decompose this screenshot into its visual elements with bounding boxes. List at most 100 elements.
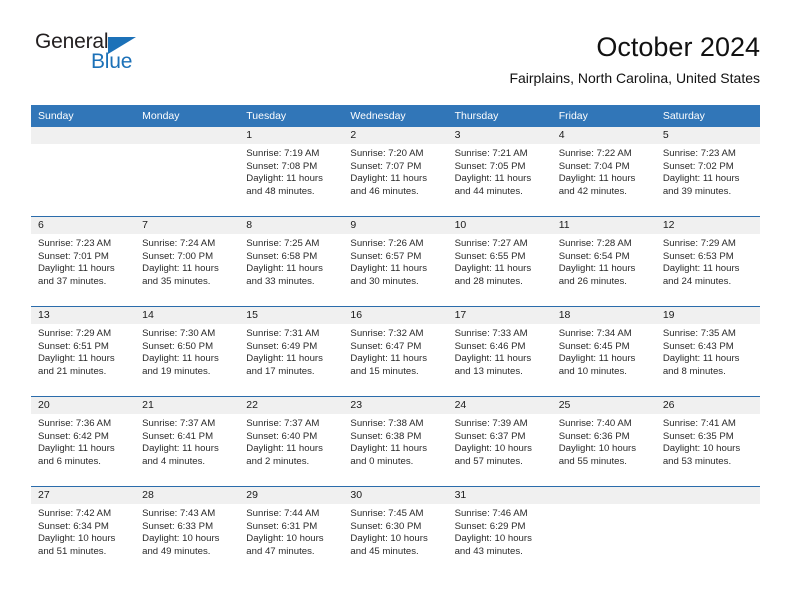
calendar-week-row: 6 Sunrise: 7:23 AM Sunset: 7:01 PM Daylight… xyxy=(31,216,760,307)
detail-sunset: Sunset: 6:57 PM xyxy=(350,250,422,262)
page-title: October 2024 xyxy=(596,32,760,62)
detail-sunset: Sunset: 6:53 PM xyxy=(662,250,734,262)
day-number: 17 xyxy=(447,307,552,324)
calendar-cell-day[interactable]: 24 Sunrise: 7:39 AM Sunset: 6:37 PM Dayligh… xyxy=(447,396,552,487)
day-number xyxy=(31,127,136,144)
calendar-cell-day[interactable]: 8 Sunrise: 7:25 AM Sunset: 6:58 PM Daylight… xyxy=(239,216,344,307)
calendar-cell-day[interactable]: 7 Sunrise: 7:24 AM Sunset: 7:00 PM Daylight… xyxy=(135,216,240,307)
day-details: Sunrise: 7:37 AM Sunset: 6:41 PM Daylight:… xyxy=(135,414,239,468)
calendar-cell-day[interactable]: 28 Sunrise: 7:43 AM Sunset: 6:33 PM Dayligh… xyxy=(135,486,240,576)
calendar-cell-day[interactable]: 29 Sunrise: 7:44 AM Sunset: 6:31 PM Dayligh… xyxy=(239,486,344,576)
calendar-cell-day[interactable]: 21 Sunrise: 7:37 AM Sunset: 6:41 PM Dayligh… xyxy=(135,396,240,487)
day-number: 2 xyxy=(343,127,448,144)
calendar-cell-day[interactable]: 10 Sunrise: 7:27 AM Sunset: 6:55 PM Dayligh… xyxy=(447,216,552,307)
calendar-cell-day[interactable]: 6 Sunrise: 7:23 AM Sunset: 7:01 PM Daylight… xyxy=(31,216,136,307)
calendar-cell-day[interactable]: 15 Sunrise: 7:31 AM Sunset: 6:49 PM Dayligh… xyxy=(239,306,344,397)
detail-daylight-1: Daylight: 11 hours xyxy=(454,353,532,365)
detail-sunrise: Sunrise: 7:29 AM xyxy=(662,238,736,249)
detail-daylight-2: and 21 minutes. xyxy=(38,365,107,377)
detail-sunrise: Sunrise: 7:43 AM xyxy=(142,508,216,519)
day-cell: 8 Sunrise: 7:25 AM Sunset: 6:58 PM Daylight… xyxy=(239,217,344,306)
calendar-cell-day[interactable]: 3 Sunrise: 7:21 AM Sunset: 7:05 PM Daylight… xyxy=(447,127,552,217)
detail-sunset: Sunset: 6:35 PM xyxy=(662,430,734,442)
day-cell: 17 Sunrise: 7:33 AM Sunset: 6:46 PM Dayligh… xyxy=(447,307,552,396)
day-number xyxy=(655,487,760,504)
day-cell: 19 Sunrise: 7:35 AM Sunset: 6:43 PM Dayligh… xyxy=(655,307,760,396)
calendar-cell-day[interactable]: 14 Sunrise: 7:30 AM Sunset: 6:50 PM Dayligh… xyxy=(135,306,240,397)
calendar-cell-day[interactable]: 23 Sunrise: 7:38 AM Sunset: 6:38 PM Dayligh… xyxy=(343,396,448,487)
detail-daylight-1: Daylight: 11 hours xyxy=(662,353,740,365)
calendar-cell-day[interactable]: 16 Sunrise: 7:32 AM Sunset: 6:47 PM Dayligh… xyxy=(343,306,448,397)
title-block: October 2024 Fairplains, North Carolina,… xyxy=(509,30,760,87)
calendar-cell-empty xyxy=(135,127,240,217)
day-number: 13 xyxy=(31,307,136,324)
detail-sunset: Sunset: 6:29 PM xyxy=(454,520,526,532)
day-cell: 21 Sunrise: 7:37 AM Sunset: 6:41 PM Dayligh… xyxy=(135,397,240,486)
day-details: Sunrise: 7:23 AM Sunset: 7:01 PM Daylight:… xyxy=(31,234,135,288)
day-details: Sunrise: 7:28 AM Sunset: 6:54 PM Daylight:… xyxy=(552,234,656,288)
detail-sunrise: Sunrise: 7:32 AM xyxy=(350,328,424,339)
calendar-cell-day[interactable]: 9 Sunrise: 7:26 AM Sunset: 6:57 PM Daylight… xyxy=(343,216,448,307)
detail-daylight-2: and 30 minutes. xyxy=(350,275,419,287)
detail-daylight-2: and 19 minutes. xyxy=(142,365,211,377)
calendar-cell-day[interactable]: 25 Sunrise: 7:40 AM Sunset: 6:36 PM Dayligh… xyxy=(551,396,656,487)
detail-sunset: Sunset: 6:49 PM xyxy=(246,340,318,352)
detail-sunrise: Sunrise: 7:45 AM xyxy=(350,508,424,519)
day-number: 20 xyxy=(31,397,136,414)
day-details: Sunrise: 7:37 AM Sunset: 6:40 PM Daylight:… xyxy=(239,414,343,468)
detail-sunrise: Sunrise: 7:41 AM xyxy=(662,418,736,429)
day-number: 21 xyxy=(135,397,240,414)
general-blue-logo[interactable]: General Blue xyxy=(31,30,251,90)
detail-daylight-1: Daylight: 10 hours xyxy=(350,533,428,545)
detail-sunrise: Sunrise: 7:19 AM xyxy=(246,148,320,159)
calendar-cell-day[interactable]: 26 Sunrise: 7:41 AM Sunset: 6:35 PM Dayligh… xyxy=(655,396,760,487)
detail-daylight-2: and 42 minutes. xyxy=(558,185,627,197)
detail-daylight-1: Daylight: 11 hours xyxy=(142,263,219,275)
day-details: Sunrise: 7:43 AM Sunset: 6:33 PM Daylight:… xyxy=(135,504,239,558)
day-details: Sunrise: 7:35 AM Sunset: 6:43 PM Daylight:… xyxy=(656,324,760,378)
detail-sunrise: Sunrise: 7:39 AM xyxy=(454,418,528,429)
calendar-cell-day[interactable]: 11 Sunrise: 7:28 AM Sunset: 6:54 PM Dayligh… xyxy=(551,216,656,307)
calendar-cell-day[interactable]: 1 Sunrise: 7:19 AM Sunset: 7:08 PM Daylight… xyxy=(239,127,344,217)
calendar-cell-day[interactable]: 19 Sunrise: 7:35 AM Sunset: 6:43 PM Dayligh… xyxy=(655,306,760,397)
weekday-header-row: Sunday Monday Tuesday Wednesday Thursday… xyxy=(31,105,760,127)
calendar-cell-day[interactable]: 17 Sunrise: 7:33 AM Sunset: 6:46 PM Dayligh… xyxy=(447,306,552,397)
calendar-cell-day[interactable]: 22 Sunrise: 7:37 AM Sunset: 6:40 PM Dayligh… xyxy=(239,396,344,487)
detail-daylight-2: and 28 minutes. xyxy=(454,275,523,287)
detail-sunset: Sunset: 6:37 PM xyxy=(454,430,526,442)
day-number: 6 xyxy=(31,217,136,234)
day-details: Sunrise: 7:20 AM Sunset: 7:07 PM Daylight:… xyxy=(343,144,447,198)
calendar-cell-day[interactable]: 5 Sunrise: 7:23 AM Sunset: 7:02 PM Daylight… xyxy=(655,127,760,217)
day-number: 31 xyxy=(447,487,552,504)
day-details: Sunrise: 7:38 AM Sunset: 6:38 PM Daylight:… xyxy=(343,414,447,468)
day-details: Sunrise: 7:26 AM Sunset: 6:57 PM Daylight:… xyxy=(343,234,447,288)
day-number: 28 xyxy=(135,487,240,504)
calendar-cell-empty xyxy=(551,486,656,576)
calendar-cell-day[interactable]: 27 Sunrise: 7:42 AM Sunset: 6:34 PM Dayligh… xyxy=(31,486,136,576)
detail-daylight-2: and 4 minutes. xyxy=(142,455,206,467)
day-details: Sunrise: 7:42 AM Sunset: 6:34 PM Daylight:… xyxy=(31,504,135,558)
sunrise-sunset-calendar: Sunday Monday Tuesday Wednesday Thursday… xyxy=(31,105,760,576)
calendar-cell-day[interactable]: 20 Sunrise: 7:36 AM Sunset: 6:42 PM Dayligh… xyxy=(31,396,136,487)
detail-daylight-2: and 26 minutes. xyxy=(558,275,627,287)
day-details: Sunrise: 7:21 AM Sunset: 7:05 PM Daylight:… xyxy=(448,144,552,198)
calendar-cell-day[interactable]: 13 Sunrise: 7:29 AM Sunset: 6:51 PM Dayligh… xyxy=(31,306,136,397)
detail-daylight-1: Daylight: 10 hours xyxy=(454,443,532,455)
detail-daylight-1: Daylight: 10 hours xyxy=(246,533,324,545)
detail-sunrise: Sunrise: 7:42 AM xyxy=(38,508,112,519)
detail-daylight-1: Daylight: 11 hours xyxy=(454,173,532,185)
weekday-header-wednesday: Wednesday xyxy=(343,105,448,127)
detail-sunrise: Sunrise: 7:30 AM xyxy=(142,328,216,339)
calendar-cell-day[interactable]: 4 Sunrise: 7:22 AM Sunset: 7:04 PM Daylight… xyxy=(551,127,656,217)
detail-sunset: Sunset: 6:46 PM xyxy=(454,340,526,352)
calendar-cell-day[interactable]: 2 Sunrise: 7:20 AM Sunset: 7:07 PM Daylight… xyxy=(343,127,448,217)
calendar-cell-day[interactable]: 31 Sunrise: 7:46 AM Sunset: 6:29 PM Dayligh… xyxy=(447,486,552,576)
day-cell: 14 Sunrise: 7:30 AM Sunset: 6:50 PM Dayligh… xyxy=(135,307,240,396)
calendar-body: 1 Sunrise: 7:19 AM Sunset: 7:08 PM Daylight… xyxy=(31,127,760,576)
calendar-cell-day[interactable]: 18 Sunrise: 7:34 AM Sunset: 6:45 PM Dayligh… xyxy=(551,306,656,397)
calendar-cell-day[interactable]: 30 Sunrise: 7:45 AM Sunset: 6:30 PM Dayligh… xyxy=(343,486,448,576)
detail-daylight-1: Daylight: 11 hours xyxy=(350,263,428,275)
day-number: 26 xyxy=(655,397,760,414)
calendar-cell-day[interactable]: 12 Sunrise: 7:29 AM Sunset: 6:53 PM Dayligh… xyxy=(655,216,760,307)
weekday-header-monday: Monday xyxy=(135,105,240,127)
